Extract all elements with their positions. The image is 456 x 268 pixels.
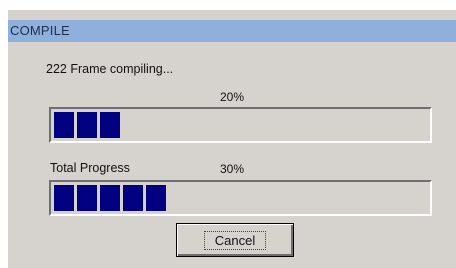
title-bar[interactable]: COMPILE bbox=[8, 20, 456, 42]
cancel-button[interactable]: Cancel bbox=[176, 223, 294, 257]
progress-segment bbox=[77, 185, 97, 211]
progress-segment bbox=[123, 185, 143, 211]
progress-segment bbox=[54, 185, 74, 211]
progress-segment bbox=[77, 112, 97, 138]
total-progress-percent: 30% bbox=[220, 162, 245, 176]
window-top-edge bbox=[8, 10, 456, 20]
progress-segment bbox=[100, 112, 120, 138]
progress-segment bbox=[146, 185, 166, 211]
total-progress-bar bbox=[49, 180, 432, 216]
progress-segment bbox=[100, 185, 120, 211]
progress-segment bbox=[54, 112, 74, 138]
total-progress-label: Total Progress bbox=[50, 161, 130, 175]
frame-progress-bar bbox=[49, 107, 432, 143]
compile-status-text: 222 Frame compiling... bbox=[46, 62, 174, 76]
window-title: COMPILE bbox=[10, 23, 70, 38]
cancel-button-label: Cancel bbox=[203, 230, 267, 250]
frame-progress-percent: 20% bbox=[220, 90, 245, 104]
compile-dialog: COMPILE 222 Frame compiling... 20% Total… bbox=[6, 8, 456, 268]
